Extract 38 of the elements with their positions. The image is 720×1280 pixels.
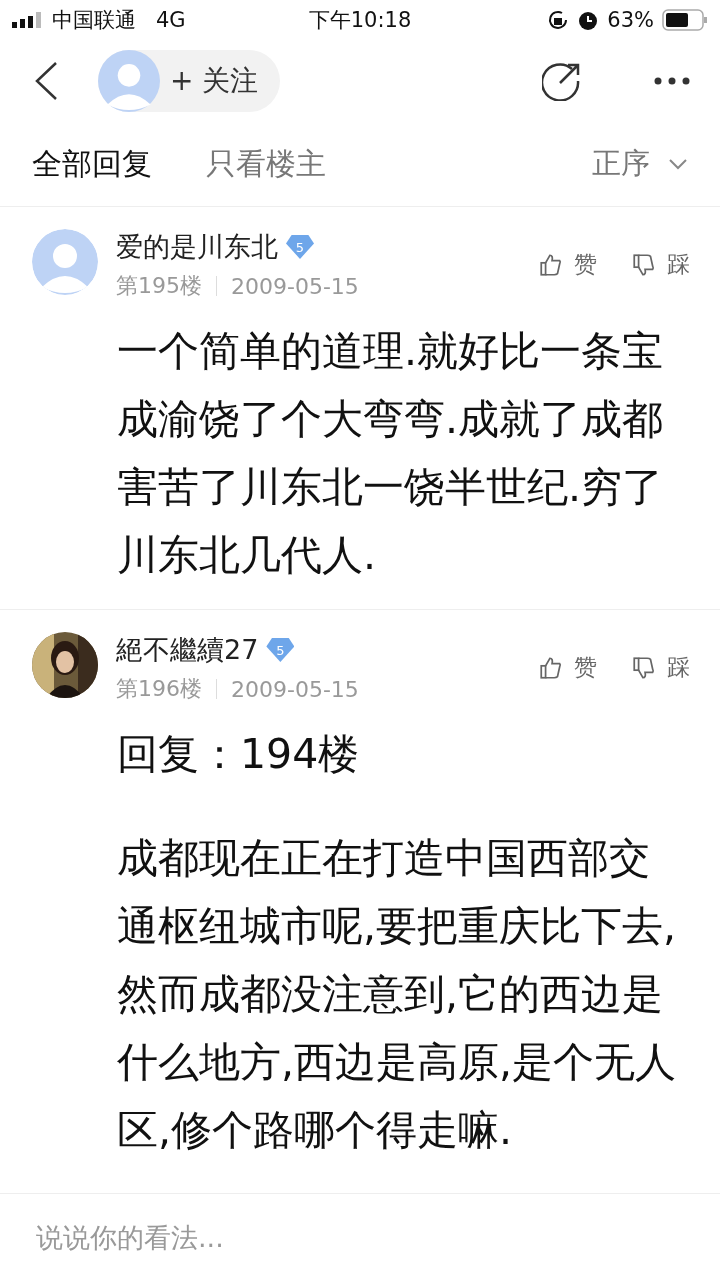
rotation-lock-icon [547,9,570,31]
network-text: 4G [156,8,186,32]
post-date: 2009-05-15 [231,676,359,702]
thumbs-down-icon [631,251,657,278]
author-name[interactable]: 絕不繼續27 [116,632,259,668]
sort-button[interactable]: 正序 [592,144,688,184]
like-button[interactable]: 赞 [538,249,597,280]
thumbs-up-icon [538,251,564,278]
comment-field[interactable]: 说说你的看法... [34,1220,686,1254]
dislike-button[interactable]: 踩 [631,652,690,683]
level-badge: 5 [266,638,295,662]
thumbs-up-icon [538,654,564,681]
post-text: 回复：194楼 [117,729,361,780]
signal-icon [12,12,42,28]
dislike-button[interactable]: 踩 [631,249,690,280]
carrier-text: 中国联通 [52,7,136,34]
post-text: 一个简单的道理.就好比一条宝成渝饶了个大弯弯.成就了成都害苦了川东北一饶半世纪.穷了川东北几代人. [117,326,665,581]
battery-icon [662,9,708,31]
floor-number: 第196楼 [116,675,202,703]
share-icon[interactable] [542,61,582,101]
post-text: 成都现在正在打造中国西部交通枢纽城市呢,要把重庆比下去,然而成都没注意到,它的西边是什么地方,西边是高原,是个无人区,修个路哪个得走嘛. [117,833,678,1156]
battery-text: 63% [607,8,654,32]
like-button[interactable]: 赞 [538,652,597,683]
chevron-down-icon [668,158,688,170]
time-text: 下午10:18 [308,8,412,32]
more-icon[interactable] [654,77,690,85]
floor-number: 第195楼 [116,272,202,300]
back-icon[interactable] [34,61,58,101]
thumbs-down-icon [631,654,657,681]
avatar-icon [32,229,98,295]
alarm-icon [577,9,600,31]
tab[interactable]: 全部回复 [32,143,152,185]
post-date: 2009-05-15 [231,273,359,299]
follow-button[interactable]: + 关注 [98,50,281,112]
author-name[interactable]: 爱的是川东北 [116,229,278,265]
avatar-icon [98,50,160,112]
level-badge: 5 [286,235,314,259]
tab[interactable]: 只看楼主 [206,143,326,185]
